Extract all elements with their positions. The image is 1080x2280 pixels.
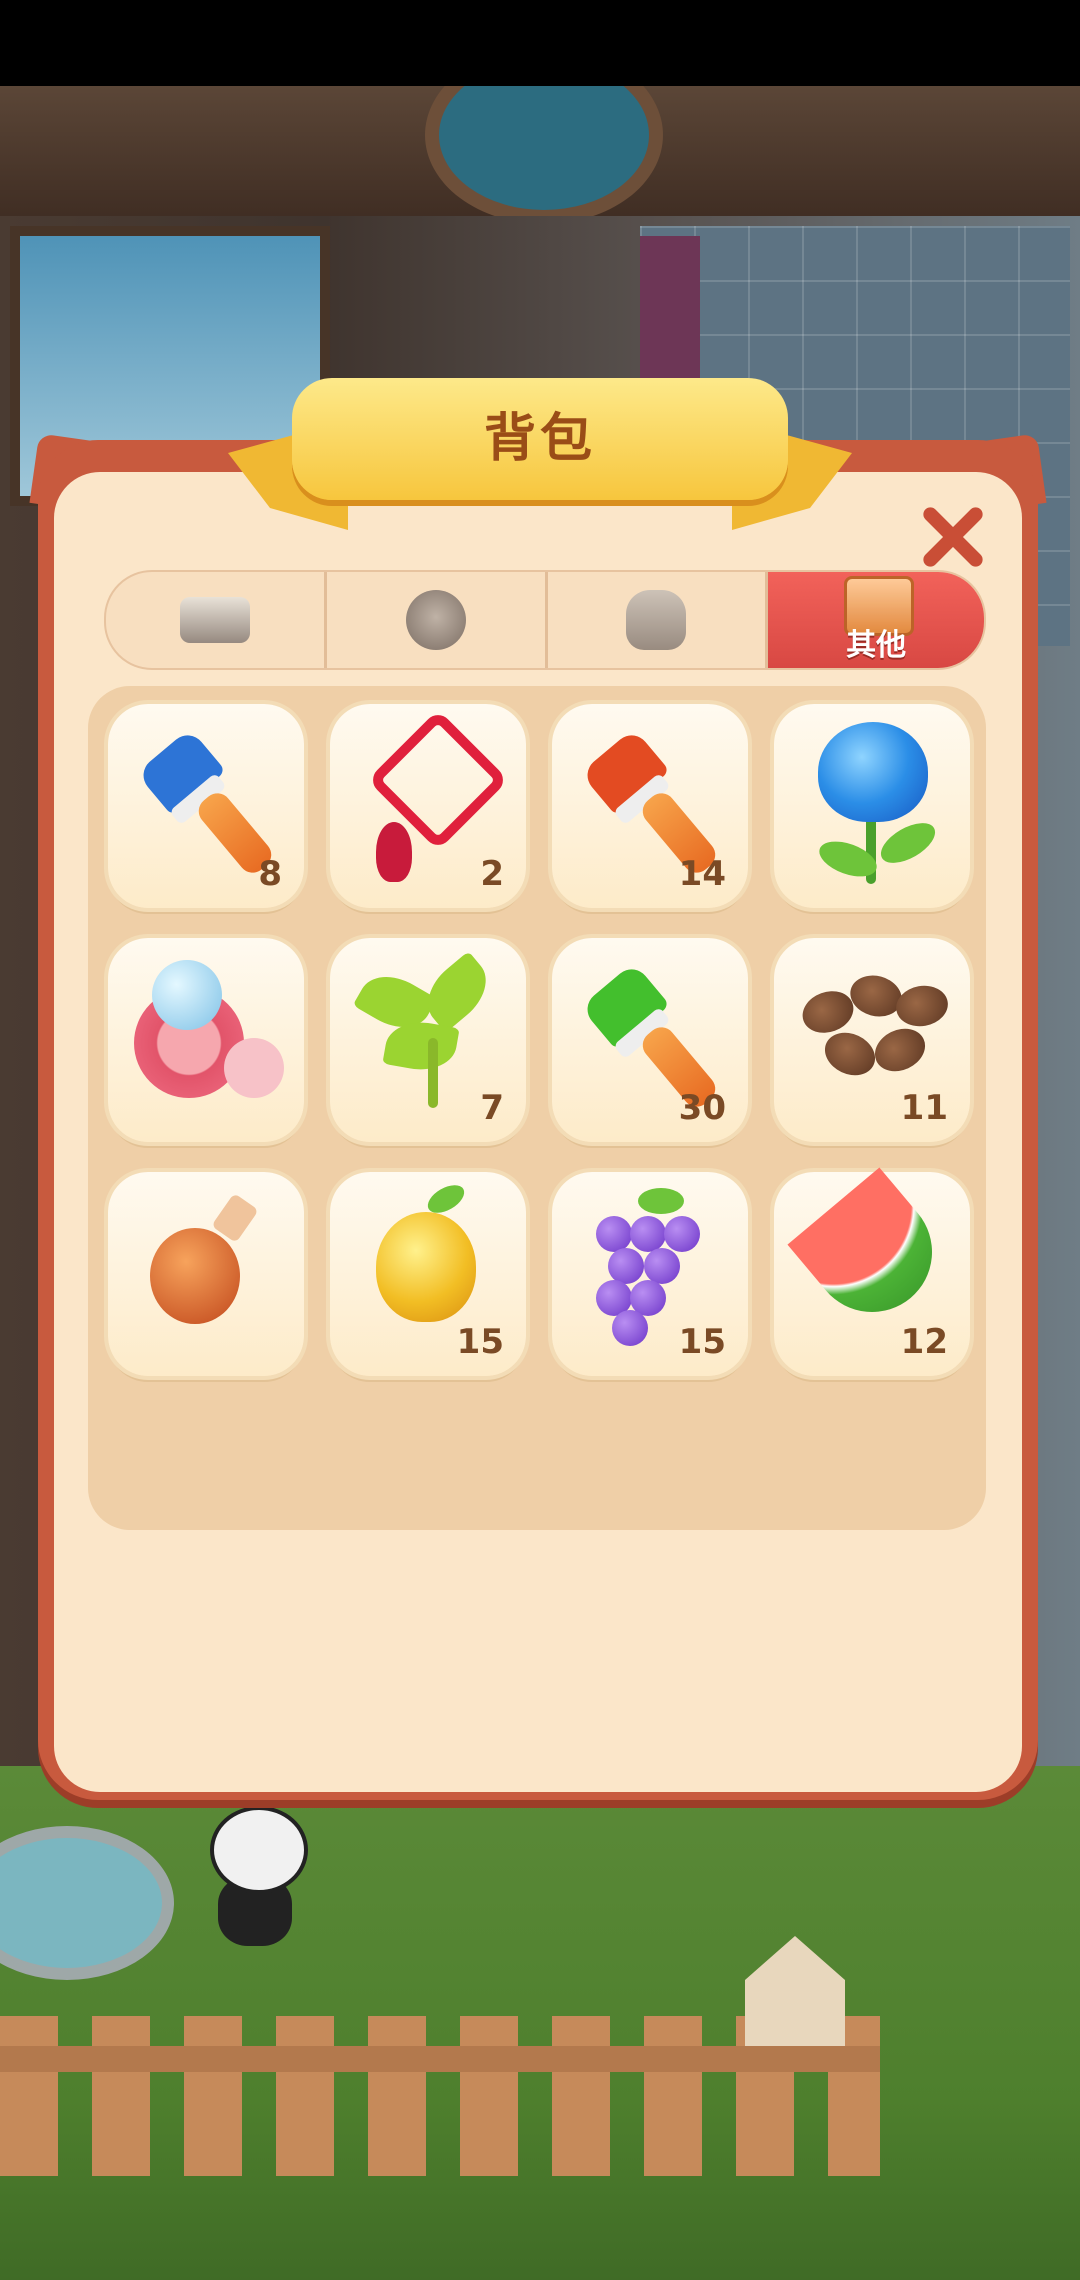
close-icon[interactable]: [918, 502, 986, 570]
category-tabs: 其他: [104, 570, 986, 670]
tea-leaf: [414, 951, 500, 1033]
item-slot-red-paint-brush[interactable]: 14: [552, 704, 748, 908]
grape: [664, 1216, 700, 1252]
grape: [630, 1216, 666, 1252]
powder-puff: [224, 1038, 284, 1098]
grape: [644, 1248, 680, 1284]
grapes-icon: [596, 1216, 632, 1252]
panda-head: [210, 1806, 308, 1894]
tab-cake[interactable]: [106, 572, 327, 668]
tab-other[interactable]: 其他: [768, 572, 984, 668]
pear-icon: [376, 1212, 476, 1322]
coffee-bean: [817, 1024, 883, 1084]
title-ribbon: 背包: [292, 378, 788, 500]
item-count: 7: [480, 1088, 504, 1128]
item-count: 15: [678, 1322, 726, 1362]
potion-bottle-icon: [150, 1228, 240, 1324]
item-slot-blue-rose[interactable]: [774, 704, 970, 908]
bag-icon: [626, 590, 687, 650]
item-count: 2: [480, 854, 504, 894]
coffee-bean: [867, 1020, 933, 1080]
coffee-bean: [892, 981, 952, 1031]
tab-other-label: 其他: [846, 628, 907, 663]
cake-icon: [179, 597, 250, 643]
item-count: 30: [678, 1088, 726, 1128]
tab-bag[interactable]: [548, 572, 769, 668]
item-count: 8: [258, 854, 282, 894]
item-slot-coffee-beans[interactable]: 11: [774, 938, 970, 1142]
tea-stem: [428, 1038, 438, 1108]
item-slot-green-paint-brush[interactable]: 30: [552, 938, 748, 1142]
watermelon-slice-icon: [787, 1167, 957, 1337]
item-slot-potion-bottle[interactable]: [108, 1172, 304, 1376]
item-slot-tea-leaves[interactable]: 7: [330, 938, 526, 1142]
panda-character[interactable]: [200, 1806, 310, 1956]
knot-tassel: [376, 822, 412, 882]
item-count: 11: [900, 1088, 948, 1128]
dialog-title: 背包: [483, 409, 596, 469]
item-slot-blue-paint-brush[interactable]: 8: [108, 704, 304, 908]
grape: [608, 1248, 644, 1284]
item-slot-watermelon[interactable]: 12: [774, 1167, 970, 1376]
compact-mirror: [152, 960, 222, 1030]
blue-rose-icon: [818, 722, 928, 822]
grape-leaf: [638, 1188, 684, 1214]
tab-bear[interactable]: [327, 572, 548, 668]
item-count: 12: [900, 1322, 948, 1362]
item-slot-grapes[interactable]: 15: [552, 1172, 748, 1376]
item-slot-pear[interactable]: 15: [330, 1172, 526, 1376]
status-bar: [0, 0, 1080, 86]
bear-icon: [405, 590, 466, 650]
item-slot-chinese-knot[interactable]: 2: [330, 704, 526, 908]
fence-rail: [0, 2046, 880, 2072]
item-count: 15: [456, 1322, 504, 1362]
rose-leaf: [874, 815, 942, 871]
item-count: 14: [678, 854, 726, 894]
item-slot-blush-compact[interactable]: [108, 938, 304, 1142]
grape: [612, 1310, 648, 1346]
